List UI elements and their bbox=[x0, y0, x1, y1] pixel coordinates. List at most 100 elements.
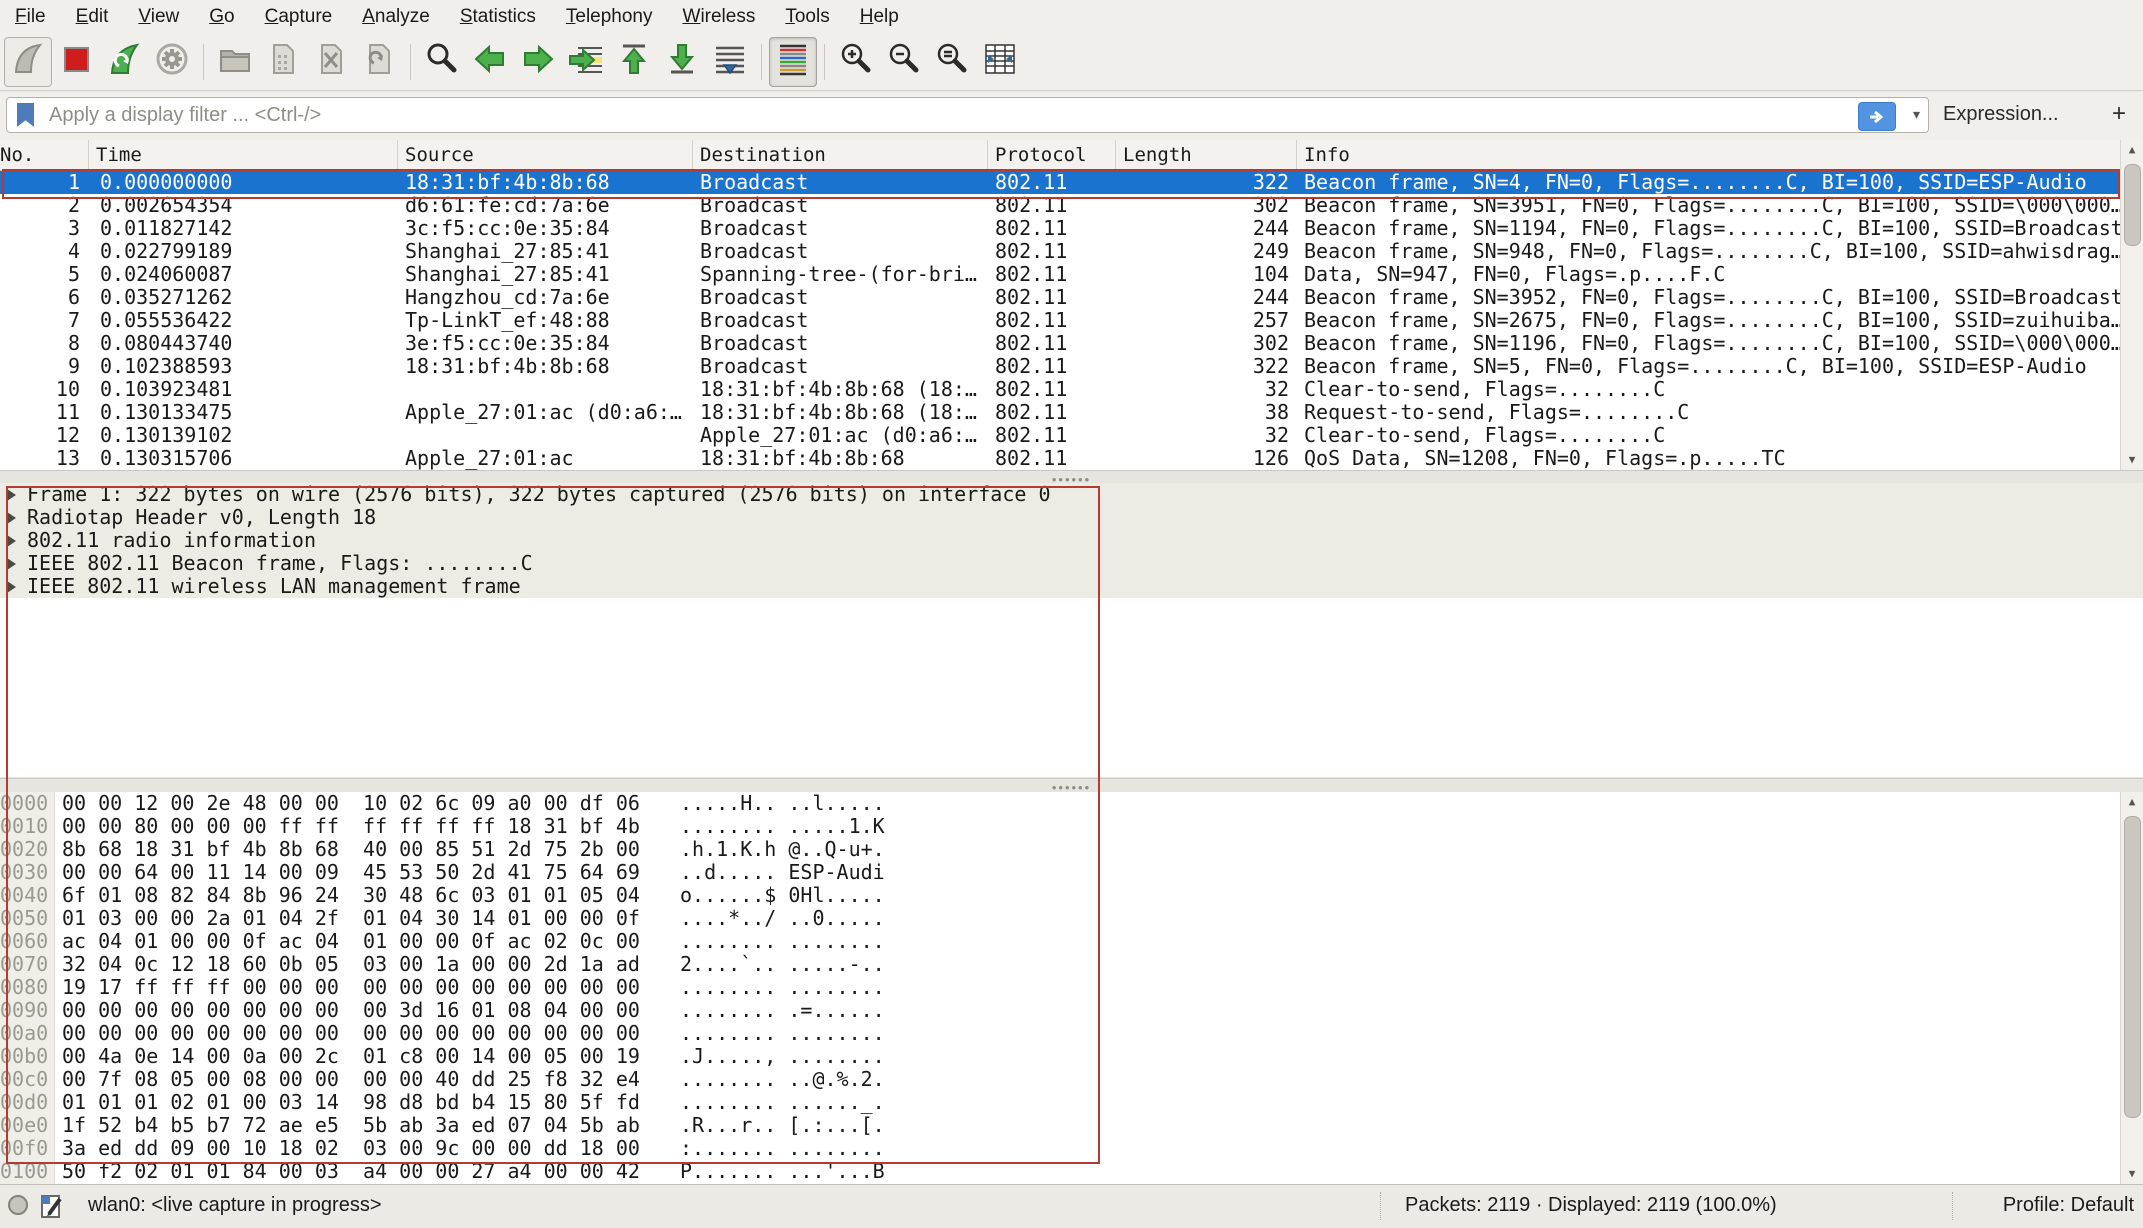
hex-row-0060[interactable]: 0060ac 04 01 00 00 0f ac 04 01 00 00 0f … bbox=[0, 930, 2143, 953]
hex-row-0080[interactable]: 008019 17 ff ff ff 00 00 00 00 00 00 00 … bbox=[0, 976, 2143, 999]
hex-bytes[interactable]: 01 01 01 02 01 00 03 14 98 d8 bd b4 15 8… bbox=[62, 1091, 640, 1114]
hex-row-0020[interactable]: 00208b 68 18 31 bf 4b 8b 68 40 00 85 51 … bbox=[0, 838, 2143, 861]
column-header-protocol[interactable]: Protocol bbox=[988, 140, 1116, 170]
capture-options-button[interactable] bbox=[148, 37, 196, 87]
profile-text[interactable]: Profile: Default bbox=[2003, 1194, 2134, 1217]
hex-row-0000[interactable]: 000000 00 12 00 2e 48 00 00 10 02 6c 09 … bbox=[0, 792, 2143, 815]
column-header-source[interactable]: Source bbox=[398, 140, 693, 170]
column-header-length[interactable]: Length bbox=[1116, 140, 1297, 170]
hex-row-00c0[interactable]: 00c000 7f 08 05 00 08 00 00 00 00 40 dd … bbox=[0, 1068, 2143, 1091]
menu-item-view[interactable]: View bbox=[123, 2, 194, 32]
expert-info-icon[interactable] bbox=[8, 1195, 28, 1215]
hex-bytes[interactable]: 00 4a 0e 14 00 0a 00 2c 01 c8 00 14 00 0… bbox=[62, 1045, 640, 1068]
hex-row-00b0[interactable]: 00b000 4a 0e 14 00 0a 00 2c 01 c8 00 14 … bbox=[0, 1045, 2143, 1068]
zoom-out-button[interactable] bbox=[880, 37, 928, 87]
menu-item-go[interactable]: Go bbox=[194, 2, 249, 32]
scrollbar-thumb[interactable] bbox=[2124, 164, 2141, 246]
hex-bytes[interactable]: 6f 01 08 82 84 8b 96 24 30 48 6c 03 01 0… bbox=[62, 884, 640, 907]
column-header-info[interactable]: Info bbox=[1297, 140, 2143, 170]
hex-bytes[interactable]: 00 00 00 00 00 00 00 00 00 3d 16 01 08 0… bbox=[62, 999, 640, 1022]
scroll-down-icon[interactable]: ▼ bbox=[2121, 450, 2143, 470]
hex-bytes[interactable]: 00 00 80 00 00 00 ff ff ff ff ff ff 18 3… bbox=[62, 815, 640, 838]
hex-bytes[interactable]: 00 00 00 00 00 00 00 00 00 00 00 00 00 0… bbox=[62, 1022, 640, 1045]
column-header-time[interactable]: Time bbox=[89, 140, 398, 170]
capture-comment-icon[interactable] bbox=[40, 1193, 64, 1225]
column-header-destination[interactable]: Destination bbox=[693, 140, 988, 170]
go-back-button[interactable] bbox=[466, 37, 514, 87]
packet-row-5[interactable]: 50.024060087Shanghai_27:85:41Spanning-tr… bbox=[0, 263, 2143, 286]
zoom-in-button[interactable] bbox=[832, 37, 880, 87]
column-header-no[interactable]: No. bbox=[0, 140, 89, 170]
packet-row-12[interactable]: 120.130139102Apple_27:01:ac (d0:a6:…802.… bbox=[0, 424, 2143, 447]
hex-ascii[interactable]: ........ .....1.K bbox=[680, 815, 885, 838]
start-capture-button[interactable] bbox=[4, 37, 52, 87]
packet-bytes-scrollbar[interactable]: ▲ ▼ bbox=[2120, 792, 2143, 1184]
detail-tree-row-4[interactable]: IEEE 802.11 Beacon frame, Flags: .......… bbox=[0, 552, 2143, 575]
menu-item-telephony[interactable]: Telephony bbox=[551, 2, 668, 32]
add-filter-button[interactable]: + bbox=[2112, 100, 2126, 128]
hex-bytes[interactable]: 32 04 0c 12 18 60 0b 05 03 00 1a 00 00 2… bbox=[62, 953, 640, 976]
menu-item-help[interactable]: Help bbox=[845, 2, 914, 32]
menu-item-tools[interactable]: Tools bbox=[770, 2, 844, 32]
restart-capture-button[interactable] bbox=[100, 37, 148, 87]
go-first-packet-button[interactable] bbox=[610, 37, 658, 87]
scroll-up-icon[interactable]: ▲ bbox=[2121, 140, 2143, 160]
hex-bytes[interactable]: 01 03 00 00 2a 01 04 2f 01 04 30 14 01 0… bbox=[62, 907, 640, 930]
menu-item-capture[interactable]: Capture bbox=[250, 2, 348, 32]
detail-tree-row-2[interactable]: Radiotap Header v0, Length 18 bbox=[0, 506, 2143, 529]
hex-ascii[interactable]: .R...r.. [.:...[. bbox=[680, 1114, 885, 1137]
close-capture-file-button[interactable] bbox=[307, 37, 355, 87]
hex-row-00d0[interactable]: 00d001 01 01 02 01 00 03 14 98 d8 bd b4 … bbox=[0, 1091, 2143, 1114]
zoom-reset-button[interactable] bbox=[928, 37, 976, 87]
detail-tree-row-1[interactable]: Frame 1: 322 bytes on wire (2576 bits), … bbox=[0, 483, 2143, 506]
detail-tree-row-5[interactable]: IEEE 802.11 wireless LAN management fram… bbox=[0, 575, 2143, 598]
save-capture-file-button[interactable] bbox=[259, 37, 307, 87]
menu-item-analyze[interactable]: Analyze bbox=[347, 2, 445, 32]
hex-ascii[interactable]: .....H.. ..l..... bbox=[680, 792, 885, 815]
menu-item-file[interactable]: File bbox=[0, 2, 61, 32]
hex-ascii[interactable]: ....*../ ..0..... bbox=[680, 907, 885, 930]
hex-ascii[interactable]: ..d..... ESP-Audi bbox=[680, 861, 885, 884]
hex-bytes[interactable]: 19 17 ff ff ff 00 00 00 00 00 00 00 00 0… bbox=[62, 976, 640, 999]
hex-row-0100[interactable]: 010050 f2 02 01 01 84 00 03 a4 00 00 27 … bbox=[0, 1160, 2143, 1183]
filter-history-caret-icon[interactable]: ▾ bbox=[1913, 106, 1920, 123]
packet-row-6[interactable]: 60.035271262Hangzhou_cd:7a:6eBroadcast80… bbox=[0, 286, 2143, 309]
hex-bytes[interactable]: 00 7f 08 05 00 08 00 00 00 00 40 dd 25 f… bbox=[62, 1068, 640, 1091]
open-capture-file-button[interactable] bbox=[211, 37, 259, 87]
packet-row-11[interactable]: 110.130133475Apple_27:01:ac (d0:a6:…18:3… bbox=[0, 401, 2143, 424]
reload-capture-file-button[interactable] bbox=[355, 37, 403, 87]
hex-ascii[interactable]: .J....., ........ bbox=[680, 1045, 885, 1068]
hex-row-00a0[interactable]: 00a000 00 00 00 00 00 00 00 00 00 00 00 … bbox=[0, 1022, 2143, 1045]
detail-tree-row-3[interactable]: 802.11 radio information bbox=[0, 529, 2143, 552]
hex-bytes[interactable]: 00 00 64 00 11 14 00 09 45 53 50 2d 41 7… bbox=[62, 861, 640, 884]
hex-bytes[interactable]: 8b 68 18 31 bf 4b 8b 68 40 00 85 51 2d 7… bbox=[62, 838, 640, 861]
hex-ascii[interactable]: ........ ........ bbox=[680, 976, 885, 999]
stop-capture-button[interactable] bbox=[52, 37, 100, 87]
packet-row-13[interactable]: 130.130315706Apple_27:01:ac18:31:bf:4b:8… bbox=[0, 447, 2143, 470]
packet-row-7[interactable]: 70.055536422Tp-LinkT_ef:48:88Broadcast80… bbox=[0, 309, 2143, 332]
auto-scroll-button[interactable] bbox=[706, 37, 754, 87]
hex-row-0070[interactable]: 007032 04 0c 12 18 60 0b 05 03 00 1a 00 … bbox=[0, 953, 2143, 976]
packet-row-1[interactable]: 10.00000000018:31:bf:4b:8b:68Broadcast80… bbox=[0, 171, 2143, 194]
expand-arrow-icon[interactable] bbox=[7, 489, 16, 501]
go-to-packet-button[interactable] bbox=[562, 37, 610, 87]
hex-ascii[interactable]: P....... ...'...B bbox=[680, 1160, 885, 1183]
hex-ascii[interactable]: ........ ........ bbox=[680, 930, 885, 953]
find-packet-button[interactable] bbox=[418, 37, 466, 87]
packet-row-9[interactable]: 90.10238859318:31:bf:4b:8b:68Broadcast80… bbox=[0, 355, 2143, 378]
packet-row-3[interactable]: 30.0118271423c:f5:cc:0e:35:84Broadcast80… bbox=[0, 217, 2143, 240]
hex-bytes[interactable]: 50 f2 02 01 01 84 00 03 a4 00 00 27 a4 0… bbox=[62, 1160, 640, 1183]
expand-arrow-icon[interactable] bbox=[7, 558, 16, 570]
packet-row-8[interactable]: 80.0804437403e:f5:cc:0e:35:84Broadcast80… bbox=[0, 332, 2143, 355]
expression-button[interactable]: Expression... bbox=[1943, 103, 2059, 126]
packet-row-10[interactable]: 100.10392348118:31:bf:4b:8b:68 (18:…802.… bbox=[0, 378, 2143, 401]
hex-row-0090[interactable]: 009000 00 00 00 00 00 00 00 00 3d 16 01 … bbox=[0, 999, 2143, 1022]
scroll-down-icon[interactable]: ▼ bbox=[2121, 1164, 2143, 1184]
apply-filter-button[interactable] bbox=[1858, 102, 1896, 131]
hex-ascii[interactable]: o......$ 0Hl..... bbox=[680, 884, 885, 907]
packet-list-scrollbar[interactable]: ▲ ▼ bbox=[2120, 140, 2143, 470]
hex-ascii[interactable]: ........ ........ bbox=[680, 1022, 885, 1045]
hex-row-0050[interactable]: 005001 03 00 00 2a 01 04 2f 01 04 30 14 … bbox=[0, 907, 2143, 930]
expand-arrow-icon[interactable] bbox=[7, 581, 16, 593]
details-bytes-splitter[interactable]: •••••• bbox=[0, 778, 2143, 793]
